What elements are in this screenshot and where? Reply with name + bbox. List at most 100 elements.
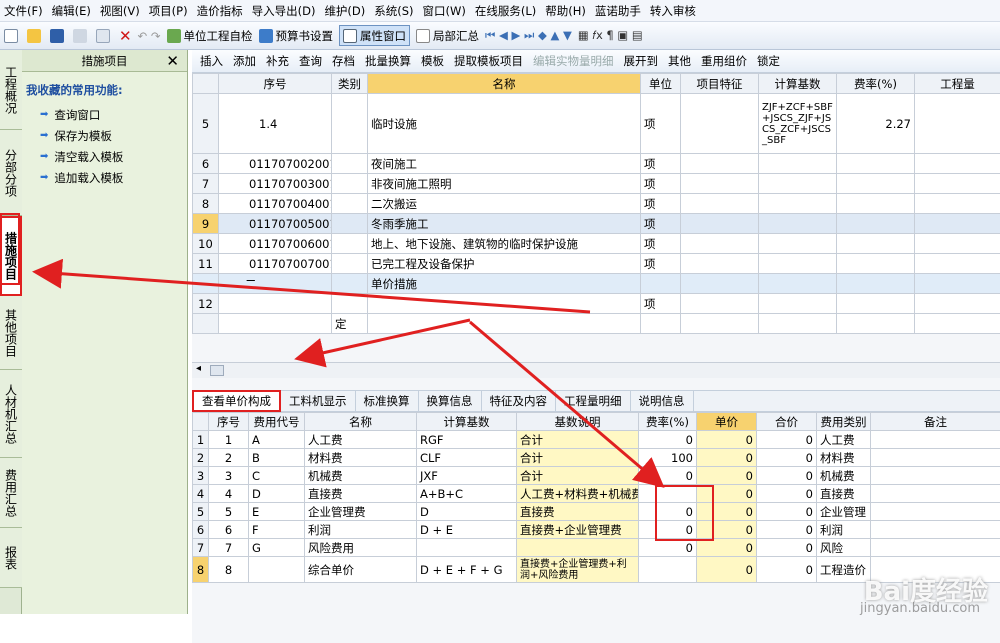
unit-cell-total[interactable]: 0 xyxy=(757,431,817,449)
subbar-item-6[interactable]: 模板 xyxy=(421,53,444,69)
grid-cell-cat[interactable] xyxy=(332,234,368,254)
grid-header-3[interactable]: 单位 xyxy=(641,74,681,94)
grid-cell-name[interactable]: 临时设施 xyxy=(368,94,641,154)
grid-cell-name[interactable] xyxy=(368,294,641,314)
grid-cell-feat[interactable] xyxy=(681,274,759,294)
unit-cell-rate[interactable]: 0 xyxy=(639,431,697,449)
grid-cell-code[interactable]: 二 xyxy=(219,274,332,294)
grid-cell-code[interactable]: 011707006001 xyxy=(219,234,332,254)
grid-cell-feat[interactable] xyxy=(681,194,759,214)
grid-cell-cat[interactable] xyxy=(332,274,368,294)
unit-cell-name[interactable]: 利润 xyxy=(305,521,417,539)
grid-cell-rate[interactable] xyxy=(837,254,915,274)
grid-cell-code[interactable]: 011707005001 xyxy=(219,214,332,234)
menu-item-1[interactable]: 编辑(E) xyxy=(52,3,91,19)
grid-cell-unit[interactable]: 项 xyxy=(641,234,681,254)
unit-cell-total[interactable]: 0 xyxy=(757,521,817,539)
unit-cell-price[interactable]: 0 xyxy=(697,539,757,557)
grid-cell-name[interactable]: 已完工程及设备保护 xyxy=(368,254,641,274)
grid-cell-qty[interactable] xyxy=(915,194,1000,214)
menu-item-7[interactable]: 系统(S) xyxy=(374,3,413,19)
grid-cell-code[interactable] xyxy=(219,294,332,314)
grid-header-6[interactable]: 费率(%) xyxy=(837,74,915,94)
grid-cell-feat[interactable] xyxy=(681,174,759,194)
grid-cell-cat[interactable] xyxy=(332,94,368,154)
grid-header-0[interactable]: 序号 xyxy=(219,74,332,94)
unit-cell-desc[interactable]: 直接费 xyxy=(517,503,639,521)
favorite-item-2[interactable]: ➡清空载入模板 xyxy=(22,146,187,167)
grid-cell-cat[interactable] xyxy=(332,194,368,214)
grid-row[interactable]: 11011707007001已完工程及设备保护项 xyxy=(193,254,1000,274)
grid-cell-qty[interactable] xyxy=(915,174,1000,194)
grid-cell-unit[interactable]: 项 xyxy=(641,214,681,234)
unit-cell-rate[interactable]: 0 xyxy=(639,539,697,557)
grid-header-2[interactable]: 名称 xyxy=(368,74,641,94)
unit-cell-name[interactable]: 直接费 xyxy=(305,485,417,503)
subbar-item-2[interactable]: 补充 xyxy=(266,53,289,69)
unit-cell-base[interactable]: D + E xyxy=(417,521,517,539)
grid-row[interactable]: 9011707005001冬雨季施工项 xyxy=(193,214,1000,234)
grid-cell-base[interactable] xyxy=(759,274,837,294)
grid-row[interactable]: 7011707003001非夜间施工照明项 xyxy=(193,174,1000,194)
grid-row[interactable]: 12项 xyxy=(193,294,1000,314)
unit-cell-name[interactable]: 风险费用 xyxy=(305,539,417,557)
unit-cell-no[interactable]: 7 xyxy=(209,539,249,557)
attr-window-button[interactable]: 属性窗口 xyxy=(339,25,410,46)
grid-cell-unit[interactable]: 项 xyxy=(641,294,681,314)
grid-cell-qty[interactable] xyxy=(915,214,1000,234)
unit-cell-base[interactable] xyxy=(417,539,517,557)
vtab-6[interactable]: 报表 xyxy=(0,528,22,588)
unit-table-row[interactable]: 88综合单价D + E + F + G直接费+企业管理费+利润+风险费用00工程… xyxy=(193,557,1000,583)
unit-cell-code[interactable]: C xyxy=(249,467,305,485)
unit-cell-code[interactable]: E xyxy=(249,503,305,521)
unit-cell-desc[interactable]: 人工费+材料费+机械费 xyxy=(517,485,639,503)
unit-cell-total[interactable]: 0 xyxy=(757,485,817,503)
grid-row[interactable]: 二单价措施 xyxy=(193,274,1000,294)
grid-cell-code[interactable]: 011707002001 xyxy=(219,154,332,174)
grid-row[interactable]: 6011707002001夜间施工项 xyxy=(193,154,1000,174)
subbar-more-0[interactable]: 展开到 xyxy=(624,53,659,69)
unit-table-header-6[interactable]: 单价 xyxy=(697,413,757,431)
unit-cell-remark[interactable] xyxy=(871,431,1000,449)
grid-cell-cat[interactable]: 定 xyxy=(332,314,368,334)
copy-button[interactable] xyxy=(96,29,113,43)
unit-cell-type[interactable]: 人工费 xyxy=(817,431,871,449)
unit-cell-total[interactable]: 0 xyxy=(757,449,817,467)
grid-cell-feat[interactable] xyxy=(681,234,759,254)
unit-cell-type[interactable]: 利润 xyxy=(817,521,871,539)
unit-cell-base[interactable]: D + E + F + G xyxy=(417,557,517,583)
grid-cell-unit[interactable]: 项 xyxy=(641,254,681,274)
unit-cell-price[interactable]: 0 xyxy=(697,449,757,467)
unit-cell-desc[interactable] xyxy=(517,539,639,557)
vtab-3[interactable]: 其他项目 xyxy=(0,296,22,370)
unit-cell-desc[interactable]: 直接费+企业管理费 xyxy=(517,521,639,539)
unit-table-row[interactable]: 22B材料费CLF合计10000材料费 xyxy=(193,449,1000,467)
unit-cell-remark[interactable] xyxy=(871,449,1000,467)
grid-cell-name[interactable]: 夜间施工 xyxy=(368,154,641,174)
grid-cell-cat[interactable] xyxy=(332,174,368,194)
grid-cell-rate[interactable] xyxy=(837,234,915,254)
grid-cell-rate[interactable] xyxy=(837,314,915,334)
subbar-item-3[interactable]: 查询 xyxy=(299,53,322,69)
calc-icons[interactable]: ▦ 𝑓x ¶ ▣ ▤ xyxy=(578,28,643,43)
menu-item-3[interactable]: 项目(P) xyxy=(149,3,188,19)
grid-cell-name[interactable]: 地上、地下设施、建筑物的临时保护设施 xyxy=(368,234,641,254)
favorite-item-3[interactable]: ➡追加载入模板 xyxy=(22,167,187,188)
subbar-more-2[interactable]: 重用组价 xyxy=(701,53,747,69)
grid-cell-feat[interactable] xyxy=(681,154,759,174)
unit-cell-desc[interactable]: 合计 xyxy=(517,431,639,449)
unit-cell-code[interactable]: D xyxy=(249,485,305,503)
grid-cell-qty[interactable] xyxy=(915,234,1000,254)
grid-row[interactable]: 定 xyxy=(193,314,1000,334)
unit-cell-price[interactable]: 0 xyxy=(697,557,757,583)
grid-cell-base[interactable] xyxy=(759,254,837,274)
grid-cell-cat[interactable] xyxy=(332,294,368,314)
unit-cell-remark[interactable] xyxy=(871,503,1000,521)
bottom-tab-0[interactable]: 查看单价构成 xyxy=(192,390,281,412)
unit-cell-remark[interactable] xyxy=(871,521,1000,539)
unit-cell-no[interactable]: 3 xyxy=(209,467,249,485)
unit-cell-rate[interactable]: 100 xyxy=(639,449,697,467)
unit-cell-code[interactable]: B xyxy=(249,449,305,467)
unit-cell-type[interactable]: 工程造价 xyxy=(817,557,871,583)
unit-cell-rate[interactable]: 0 xyxy=(639,467,697,485)
